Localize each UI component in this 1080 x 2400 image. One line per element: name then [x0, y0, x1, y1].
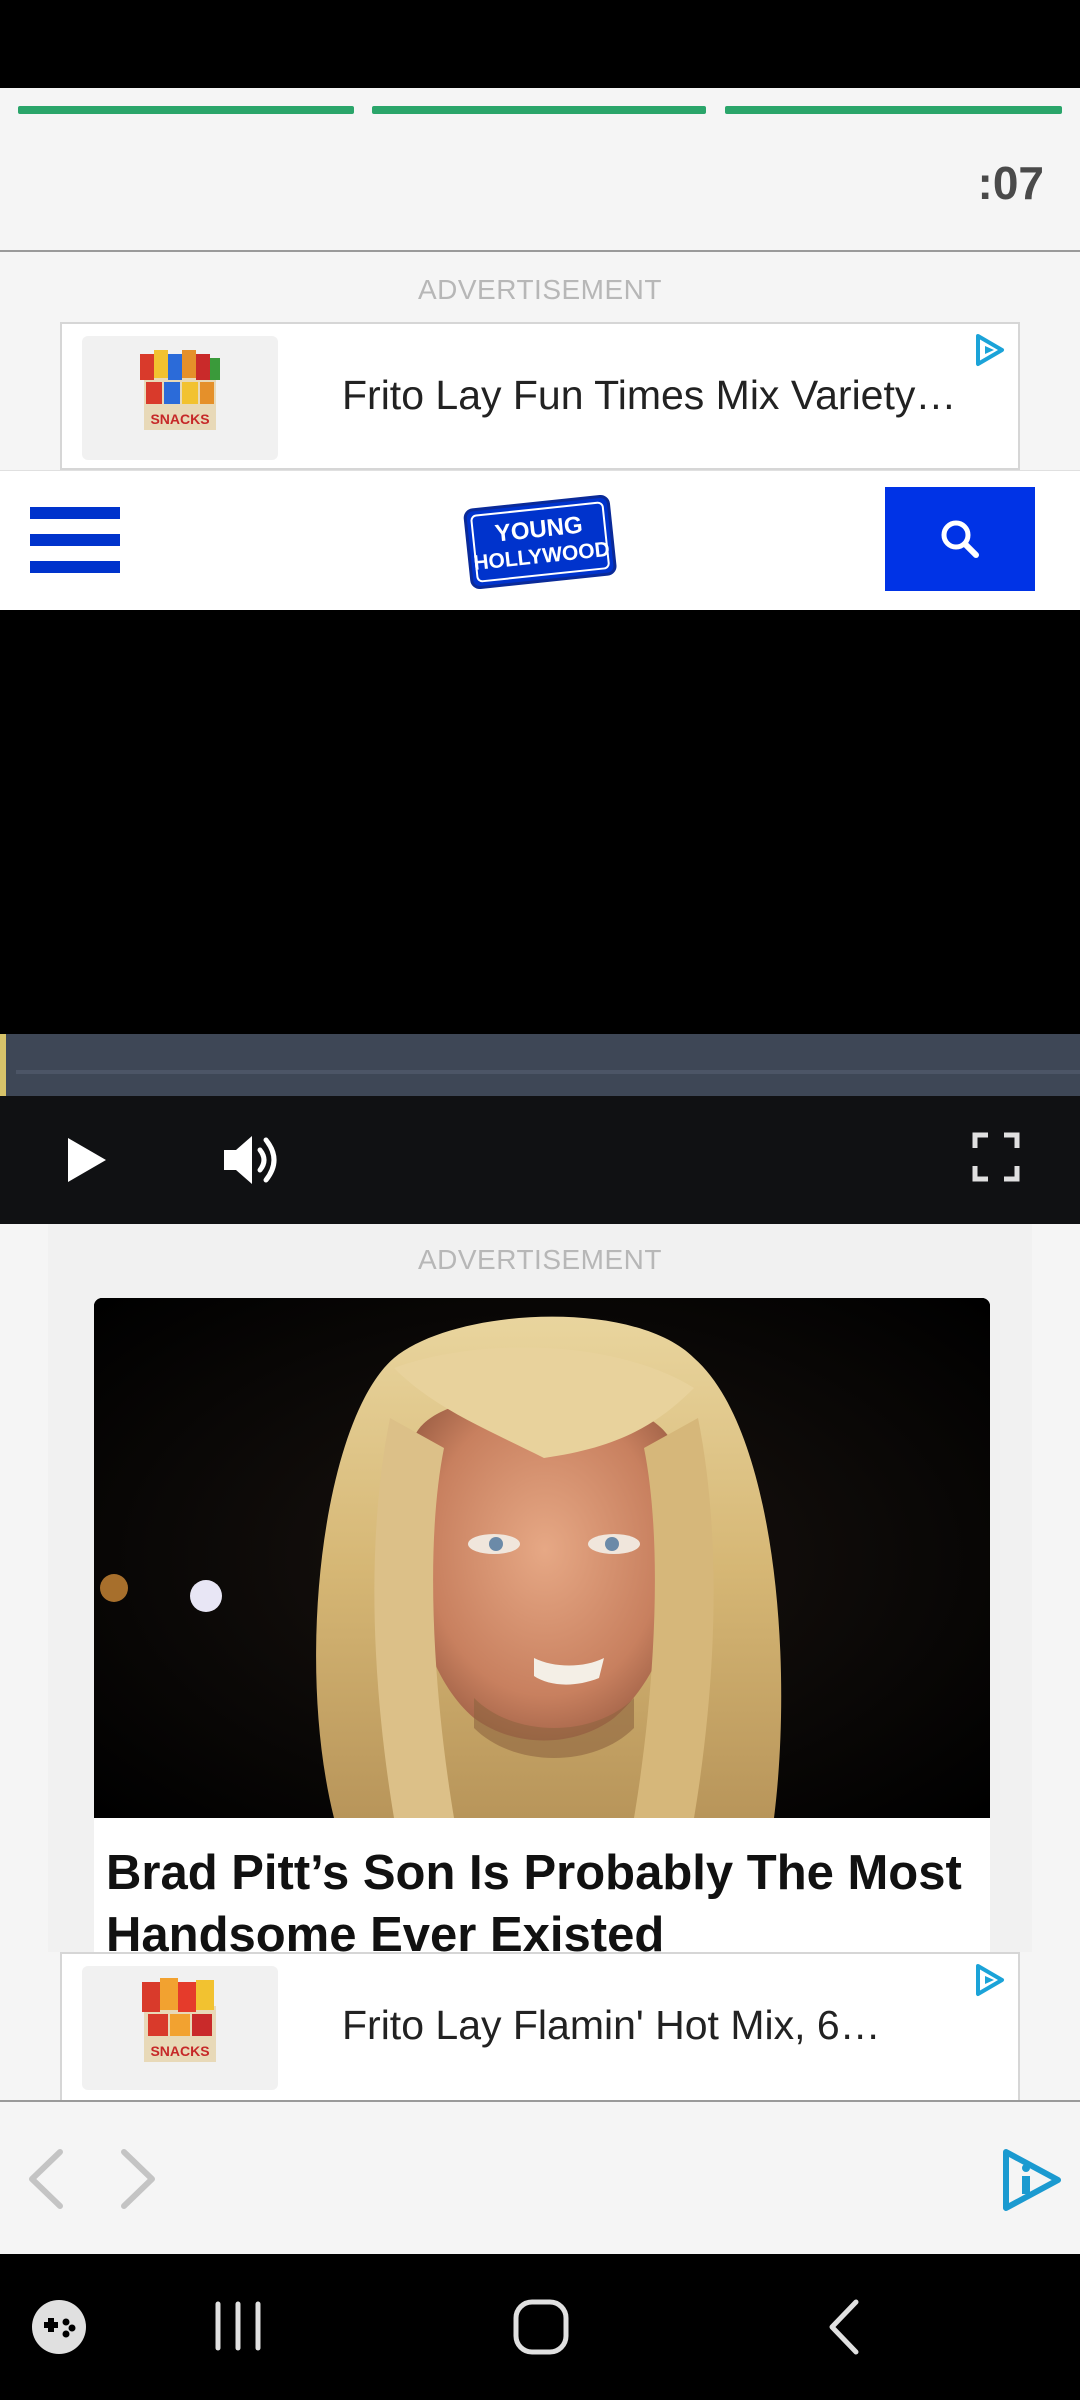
fullscreen-icon[interactable] — [972, 1132, 1020, 1182]
story-progress-segment — [372, 106, 706, 114]
svg-text:SNACKS: SNACKS — [150, 2043, 209, 2059]
countdown-timer: :07 — [977, 157, 1044, 209]
adchoices-icon[interactable] — [972, 332, 1008, 368]
top-ad-card[interactable]: SNACKS Frito Lay Fun Times Mix Variety… — [60, 322, 1020, 470]
play-icon[interactable] — [62, 1134, 112, 1186]
ad-headline-box[interactable]: Brad Pitt’s Son Is Probably The Most Han… — [94, 1818, 990, 1954]
search-button[interactable] — [885, 487, 1035, 591]
site-logo[interactable]: YOUNG HOLLYWOOD — [460, 485, 620, 597]
system-nav-bar — [0, 2254, 1080, 2400]
site-header: YOUNG HOLLYWOOD — [0, 470, 1080, 610]
game-launcher-icon[interactable] — [30, 2298, 88, 2356]
recents-icon[interactable] — [210, 2298, 266, 2354]
play-info-icon[interactable] — [1000, 2148, 1064, 2212]
bottom-ad-product-text[interactable]: Frito Lay Flamin' Hot Mix, 6… — [342, 2002, 881, 2049]
volume-icon[interactable] — [220, 1128, 284, 1192]
search-icon — [941, 520, 979, 558]
back-icon[interactable] — [824, 2298, 864, 2356]
ad-headline[interactable]: Brad Pitt’s Son Is Probably The Most Han… — [106, 1842, 966, 1954]
adchoices-icon[interactable] — [972, 1962, 1008, 1998]
svg-text:SNACKS: SNACKS — [150, 411, 209, 427]
long-blond-hair-man-portrait[interactable] — [94, 1298, 990, 1818]
chevron-right-icon[interactable] — [116, 2148, 160, 2210]
ad-label: ADVERTISEMENT — [417, 274, 663, 305]
status-bar — [0, 0, 1080, 88]
top-ad-product-text[interactable]: Frito Lay Fun Times Mix Variety… — [342, 372, 956, 419]
story-progress-segment — [725, 106, 1062, 114]
video-controls — [0, 1096, 1080, 1224]
story-progress-segment — [18, 106, 354, 114]
home-icon[interactable] — [512, 2298, 570, 2356]
middle-ad[interactable]: ADVERTISEMENT Brad Pitt’s Son Is Probabl… — [48, 1224, 1032, 1954]
snack-box-flamin-hot-image[interactable]: SNACKS — [82, 1966, 278, 2090]
chevron-left-icon[interactable] — [24, 2148, 68, 2210]
scrubber-handle[interactable] — [0, 1034, 16, 1096]
ad-label: ADVERTISEMENT — [417, 1244, 663, 1275]
video-scrubber[interactable] — [0, 1034, 1080, 1096]
video-player-screen[interactable] — [0, 610, 1080, 1034]
snack-box-variety-image[interactable]: SNACKS — [82, 336, 278, 460]
story-nav-bar — [0, 2100, 1080, 2254]
bottom-ad-banner: SNACKS Frito Lay Flamin' Hot Mix, 6… — [0, 1952, 1080, 2102]
top-ad-banner: ADVERTISEMENT SNACKS Frito Lay Fun Times… — [0, 254, 1080, 470]
hamburger-menu-icon[interactable] — [0, 471, 150, 611]
bottom-ad-card[interactable]: SNACKS Frito Lay Flamin' Hot Mix, 6… — [60, 1952, 1020, 2102]
story-progress-header: :07 — [0, 88, 1080, 252]
